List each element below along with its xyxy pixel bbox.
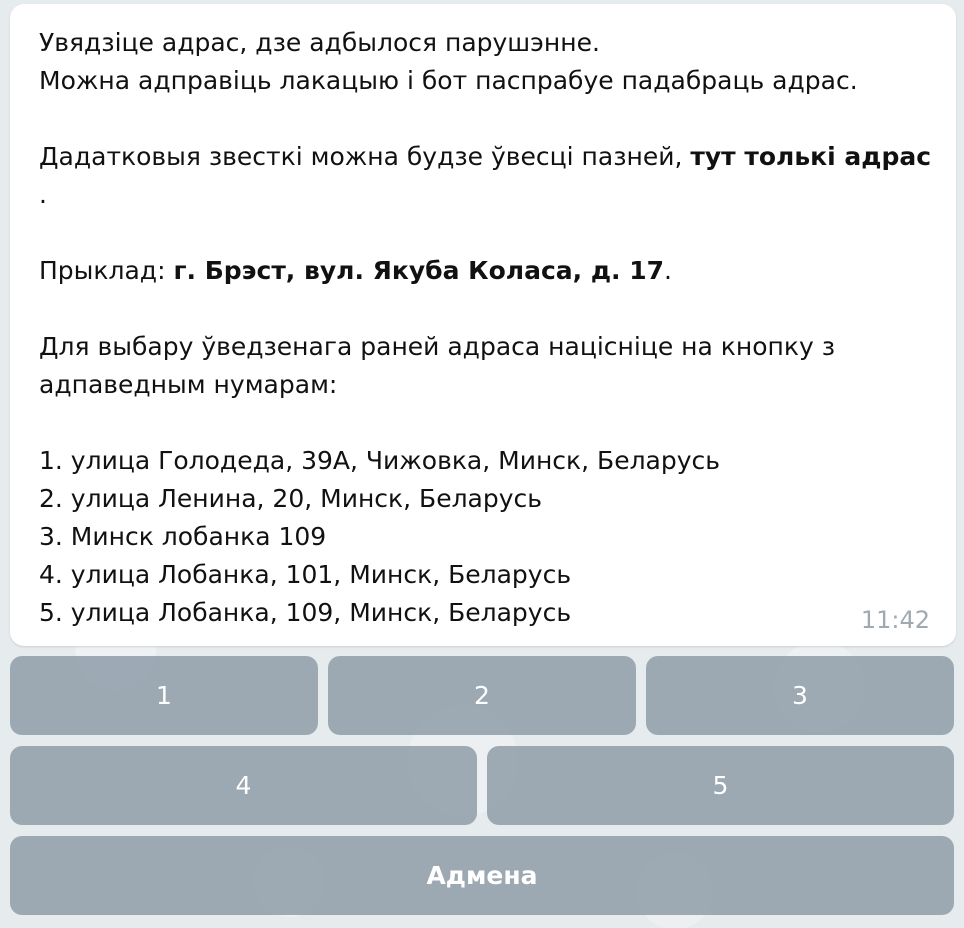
details-note-line: Дадатковыя звесткі можна будзе ўвесці па… xyxy=(39,138,931,176)
address-item: 3. Минск лобанка 109 xyxy=(39,522,327,551)
address-button-4[interactable]: 4 xyxy=(10,746,477,825)
message-bubble: Увядзіце адрас, дзе адбылося парушэнне. … xyxy=(10,4,956,646)
address-item: 4. улица Лобанка, 101, Минск, Беларусь xyxy=(39,560,572,589)
choose-instruction-line-1: Для выбару ўведзенага раней адраса націс… xyxy=(39,332,836,361)
address-button-2[interactable]: 2 xyxy=(328,656,636,735)
cancel-button[interactable]: Адмена xyxy=(10,836,954,915)
address-button-5[interactable]: 5 xyxy=(487,746,954,825)
keyboard-row-2: 4 5 xyxy=(10,746,954,825)
example-line: Прыклад: г. Брэст, вул. Якуба Коласа, д.… xyxy=(39,252,926,290)
example-suffix: . xyxy=(664,256,672,285)
message-text: Увядзіце адрас, дзе адбылося парушэнне. … xyxy=(39,24,931,632)
location-hint-line: Можна адправіць лакацыю і бот паспрабуе … xyxy=(39,66,858,95)
keyboard-row-1: 1 2 3 xyxy=(10,656,954,735)
keyboard-row-3: Адмена xyxy=(10,836,954,915)
address-button-1[interactable]: 1 xyxy=(10,656,318,735)
address-button-3[interactable]: 3 xyxy=(646,656,954,735)
choose-instruction-line-2: адпаведным нумарам: xyxy=(39,370,338,399)
details-note-period: . xyxy=(39,180,47,209)
details-note-bold: тут толькі адрас xyxy=(690,142,932,171)
instruction-line: Увядзіце адрас, дзе адбылося парушэнне. xyxy=(39,28,600,57)
message-timestamp: 11:42 xyxy=(860,606,930,634)
address-item: 2. улица Ленина, 20, Минск, Беларусь xyxy=(39,484,543,513)
example-address: г. Брэст, вул. Якуба Коласа, д. 17 xyxy=(173,256,665,285)
example-label: Прыклад: xyxy=(39,256,174,285)
address-item: 1. улица Голодеда, 39А, Чижовка, Минск, … xyxy=(39,446,721,475)
details-note-text: Дадатковыя звесткі можна будзе ўвесці па… xyxy=(39,142,691,171)
address-item: 5. улица Лобанка, 109, Минск, Беларусь xyxy=(39,598,572,627)
